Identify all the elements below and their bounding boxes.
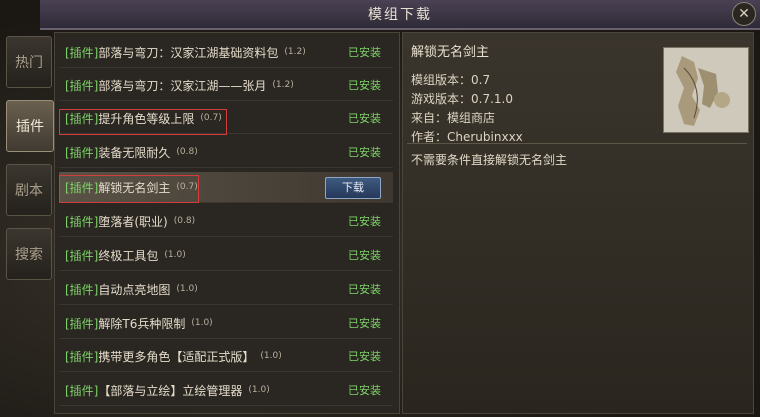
list-item[interactable]: [插件] 部落与弯刀：汉家江湖基础资料包 (1.2) 已安装 [59,37,393,68]
installed-status: 已安装 [348,283,381,296]
window-title: 模组下载 [368,7,432,23]
list-item[interactable]: [插件] 【部落与立绘】立绘管理器 (1.0) 已安装 [59,375,393,406]
installed-status: 已安装 [348,146,381,159]
source: 来自：模组商店 [411,111,496,125]
tab-plugins[interactable]: 插件 [6,100,54,152]
divider [407,143,747,144]
close-icon[interactable]: ✕ [732,2,756,26]
list-item[interactable]: [插件] 解除T6兵种限制 (1.0) 已安装 [59,308,393,339]
side-tabs: 热门 插件 剧本 搜索 [6,36,54,292]
list-item[interactable]: [插件] 自动点亮地图 (1.0) 已安装 [59,274,393,305]
detail-panel: 解锁无名剑主 模组版本：0.7 游戏版本：0.7.1.0 来自：模组商店 作者：… [402,32,754,414]
tab-scripts[interactable]: 剧本 [6,164,52,216]
window-title-bar: 模组下载 ✕ [40,0,760,30]
installed-status: 已安装 [348,317,381,330]
mod-list: [插件] 部落与弯刀：汉家江湖基础资料包 (1.2) 已安装 [插件] 部落与弯刀：汉家… [54,32,400,414]
detail-title: 解锁无名剑主 [411,45,490,60]
detail-description: 不需要条件直接解锁无名剑主 [411,153,568,167]
list-item[interactable]: [插件] 部落与弯刀：汉家江湖——张月 (1.2) 已安装 [59,70,393,101]
list-item[interactable]: [插件] 堕落者(职业) (0.8) 已安装 [59,206,393,237]
mod-version: 模组版本：0.7 [411,73,491,87]
mod-thumbnail [663,47,749,133]
game-version: 游戏版本：0.7.1.0 [411,92,513,106]
list-item[interactable]: [插件] 装备无限耐久 (0.8) 已安装 [59,137,393,168]
installed-status: 已安装 [348,384,381,397]
installed-status: 已安装 [348,112,381,125]
download-button[interactable]: 下载 [325,177,381,199]
detail-meta: 模组版本：0.7 游戏版本：0.7.1.0 来自：模组商店 作者：Cherubi… [411,71,523,147]
installed-status: 已安装 [348,350,381,363]
tab-search[interactable]: 搜索 [6,228,52,280]
installed-status: 已安装 [348,79,381,92]
installed-status: 已安装 [348,249,381,262]
author: 作者：Cherubinxxx [411,130,523,144]
tab-hot[interactable]: 热门 [6,36,52,88]
list-item[interactable]: [插件] 携带更多角色【适配正式版】 (1.0) 已安装 [59,341,393,372]
list-item-selected[interactable]: [插件] 解锁无名剑主 (0.7) 下载 [59,172,393,203]
list-item[interactable]: [插件] 提升角色等级上限 (0.7) 已安装 [59,103,393,134]
installed-status: 已安装 [348,46,381,59]
installed-status: 已安装 [348,215,381,228]
list-item[interactable]: [插件] 终极工具包 (1.0) 已安装 [59,240,393,271]
